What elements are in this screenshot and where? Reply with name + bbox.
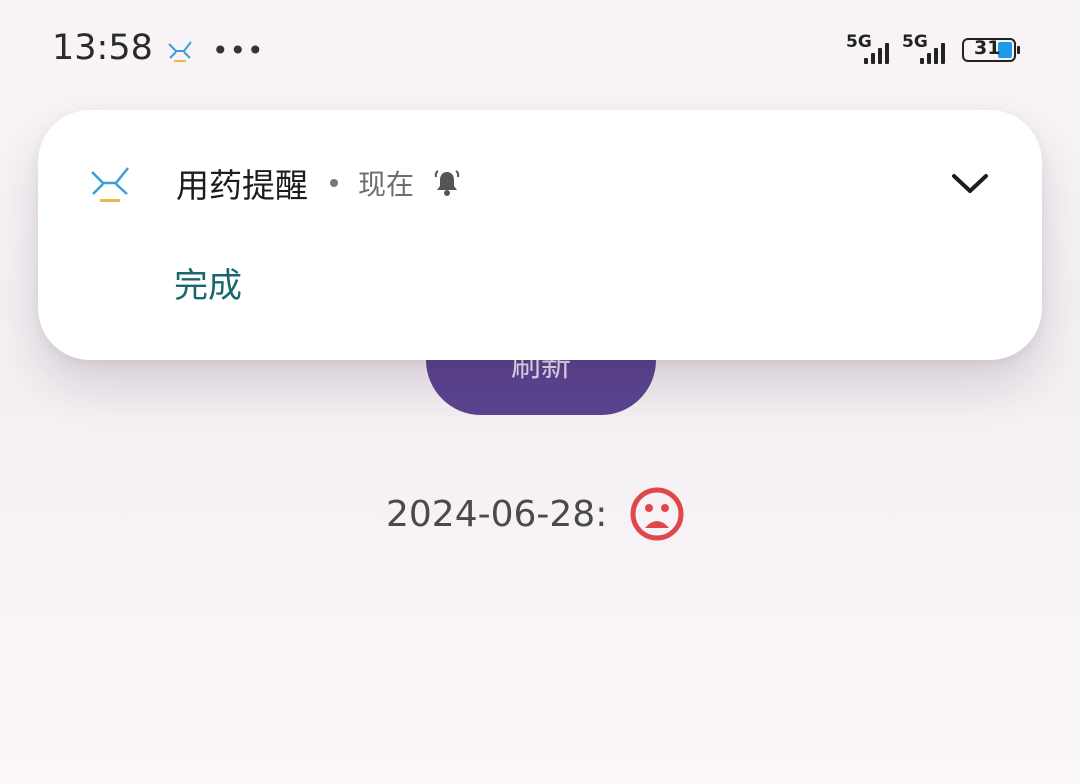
battery-percent: 31 xyxy=(974,37,1001,59)
status-bar: 13:58 ••• 5G 5G 31 xyxy=(0,0,1080,100)
signal-5g-sim2-icon: 5G xyxy=(902,32,956,66)
battery-icon: 31 xyxy=(962,37,1020,62)
separator-dot xyxy=(330,179,338,187)
musai-app-icon xyxy=(91,167,129,202)
medication-reminder-notification[interactable]: 用药提醒 现在 完成 xyxy=(38,110,1042,360)
notification-app-name: 用药提醒 xyxy=(176,166,308,205)
bell-icon xyxy=(434,170,460,196)
phone-screen: 13:58 ••• 5G 5G 31 刷新 2024-06-28: 用药提醒 现… xyxy=(0,0,1080,784)
chevron-down-icon[interactable] xyxy=(950,168,990,198)
notification-header: 用药提醒 现在 xyxy=(176,160,462,206)
notification-time: 现在 xyxy=(358,168,415,201)
signal-5g-sim1-icon: 5G xyxy=(846,32,900,66)
sad-face-icon xyxy=(630,487,684,541)
date-mood-row: 2024-06-28: xyxy=(386,484,685,544)
musai-app-icon xyxy=(168,41,192,62)
status-time: 13:58 xyxy=(52,28,153,68)
done-action-button[interactable]: 完成 xyxy=(174,258,242,307)
more-notifications-icon: ••• xyxy=(212,34,265,67)
date-label: 2024-06-28: xyxy=(386,493,608,535)
